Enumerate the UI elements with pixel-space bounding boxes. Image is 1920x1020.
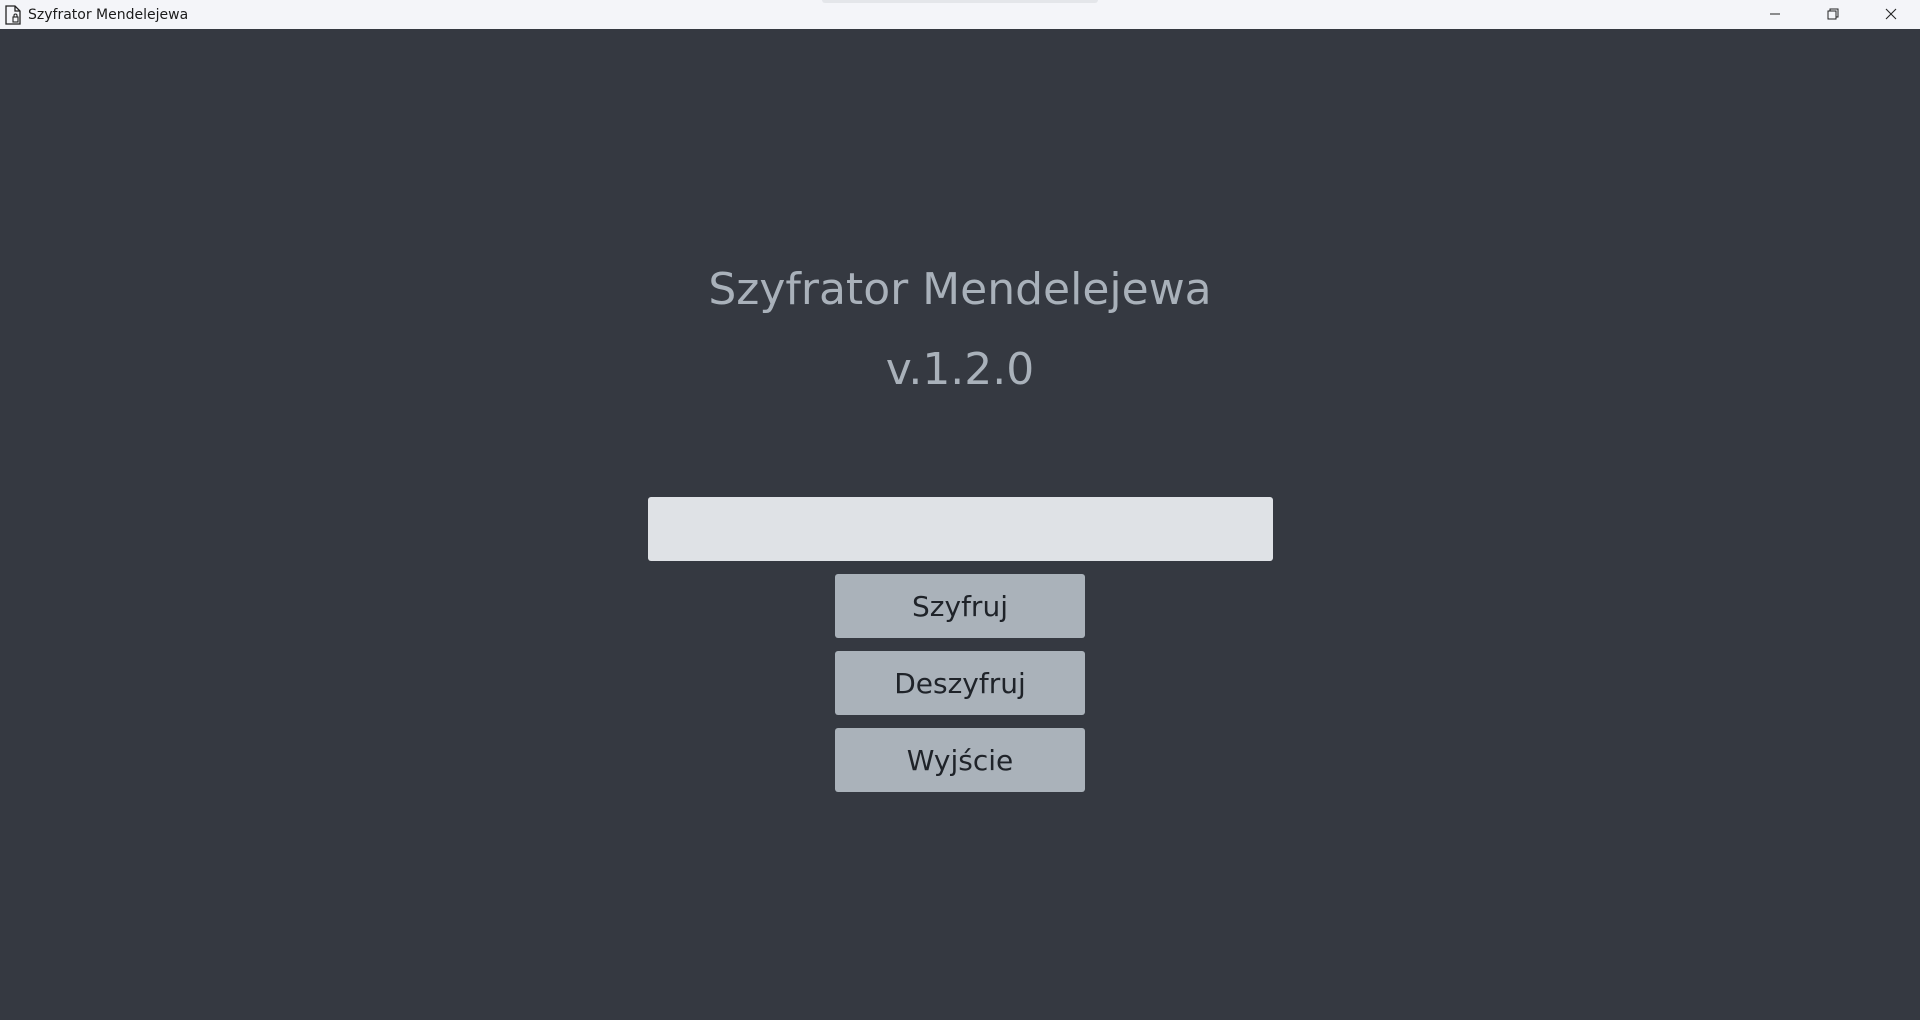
restore-icon bbox=[1827, 5, 1839, 24]
window-controls bbox=[1746, 0, 1920, 29]
message-input[interactable] bbox=[648, 497, 1273, 561]
decrypt-button[interactable]: Deszyfruj bbox=[835, 651, 1085, 715]
exit-button[interactable]: Wyjście bbox=[835, 728, 1085, 792]
restore-button[interactable] bbox=[1804, 0, 1862, 29]
close-icon bbox=[1885, 5, 1897, 24]
app-document-icon bbox=[2, 4, 24, 26]
encrypt-button[interactable]: Szyfruj bbox=[835, 574, 1085, 638]
snap-layout-hint bbox=[822, 0, 1098, 3]
app-version: v.1.2.0 bbox=[885, 344, 1035, 395]
app-window: Szyfrator Mendelejewa Szyfrator Mendelej… bbox=[0, 0, 1920, 1020]
title-bar[interactable]: Szyfrator Mendelejewa bbox=[0, 0, 1920, 29]
minimize-button[interactable] bbox=[1746, 0, 1804, 29]
minimize-icon bbox=[1769, 5, 1781, 24]
window-title: Szyfrator Mendelejewa bbox=[28, 6, 189, 23]
close-button[interactable] bbox=[1862, 0, 1920, 29]
app-title: Szyfrator Mendelejewa bbox=[708, 264, 1212, 315]
